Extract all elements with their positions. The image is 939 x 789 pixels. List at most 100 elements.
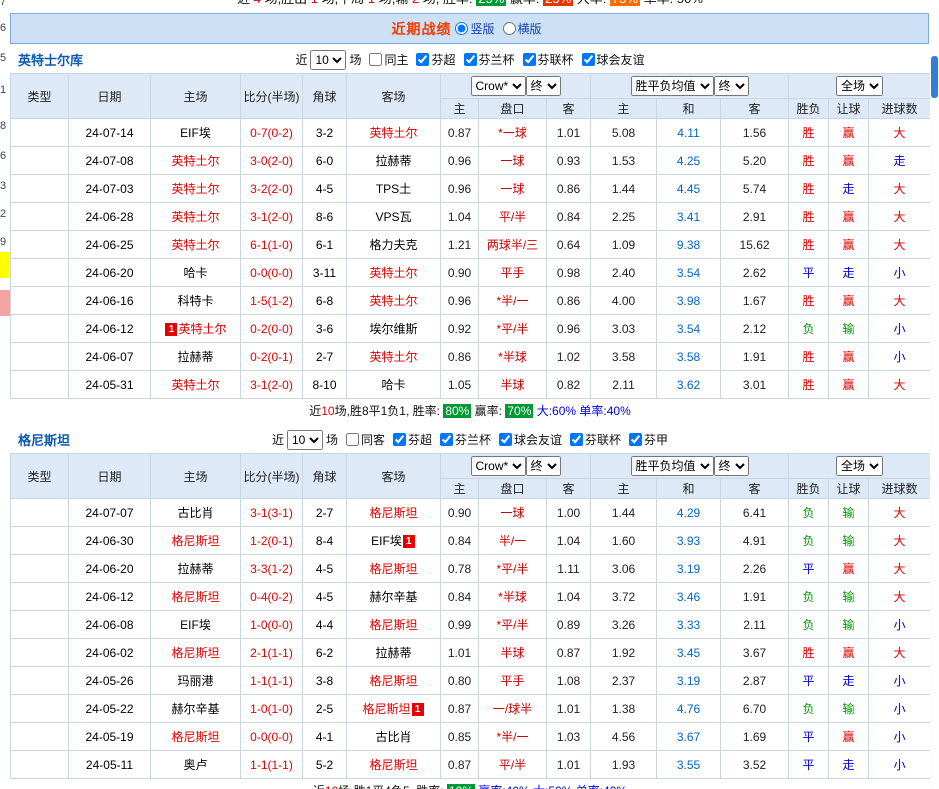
home-team-cell[interactable]: 格尼斯坦	[150, 722, 241, 751]
home-odds-cell: 0.78	[440, 554, 479, 583]
home-team-cell[interactable]: 英特土尔	[150, 202, 241, 231]
league-checkbox[interactable]	[570, 433, 584, 446]
away-team-cell[interactable]: 拉赫蒂	[346, 638, 441, 667]
league-filter[interactable]: 球会友谊	[574, 51, 645, 68]
layout-radio-input[interactable]	[502, 22, 516, 35]
layout-radio-input[interactable]	[455, 22, 469, 35]
league-checkbox[interactable]	[440, 433, 453, 446]
home-team-cell[interactable]: EIF埃	[150, 118, 241, 147]
away-team-cell[interactable]: 格尼斯坦	[346, 750, 441, 779]
away-team-cell[interactable]: 英特土尔	[346, 118, 441, 147]
layout-radio-horizontal[interactable]: 横版	[501, 20, 542, 37]
team-name-text: 英特土尔	[178, 322, 227, 336]
home-team-cell[interactable]: 科特卡	[150, 286, 241, 315]
odds-provider-select[interactable]: Crow*	[470, 76, 526, 96]
odds-final-select[interactable]: 终	[525, 456, 561, 476]
team-name-text: 英特土尔	[171, 210, 220, 224]
handicap-result-cell: 赢	[828, 202, 870, 231]
away-team-cell[interactable]: 拉赫蒂	[346, 146, 441, 175]
away-team-cell[interactable]: EIF埃 1	[346, 526, 441, 555]
away-team-cell[interactable]: 英特土尔	[346, 258, 441, 287]
away-team-cell[interactable]: 赫尔辛基	[346, 582, 441, 611]
away-team-cell[interactable]: TPS土	[346, 174, 441, 203]
home-team-cell[interactable]: 古比肖	[150, 498, 241, 527]
home-team-cell[interactable]: EIF埃	[150, 610, 241, 639]
away-team-cell[interactable]: VPS瓦	[346, 202, 441, 231]
odds-provider-select[interactable]: Crow*	[470, 456, 526, 476]
league-filter[interactable]: 芬甲	[621, 431, 668, 448]
same-venue-filter[interactable]: 同客	[338, 431, 385, 448]
match-scope-select[interactable]: 全场	[836, 76, 884, 96]
handicap-result-cell: 赢	[828, 342, 870, 371]
league-checkbox[interactable]	[581, 53, 595, 66]
away-team-cell[interactable]: 古比肖	[346, 722, 441, 751]
league-filter[interactable]: 芬兰杯	[456, 51, 515, 68]
away-odds-cell: 1.02	[545, 342, 592, 371]
result-cell: 平	[788, 666, 830, 695]
away-team-cell[interactable]: 格力夫克	[346, 230, 441, 259]
same-venue-filter[interactable]: 同主	[361, 51, 408, 68]
avg-draw-cell: 3.46	[656, 582, 722, 611]
league-label: 芬甲	[644, 433, 669, 447]
away-team-cell[interactable]: 格尼斯坦	[346, 610, 441, 639]
away-team-cell[interactable]: 英特土尔	[346, 342, 441, 371]
league-checkbox[interactable]	[629, 433, 643, 446]
league-filter[interactable]: 芬兰杯	[432, 431, 491, 448]
league-checkbox[interactable]	[463, 53, 477, 66]
match-count-select[interactable]: 10	[310, 49, 347, 70]
avg-final-select[interactable]: 终	[713, 76, 749, 96]
league-checkbox[interactable]	[522, 53, 536, 66]
league-cell: 芬超	[10, 118, 69, 147]
home-team-cell[interactable]: 英特土尔	[150, 230, 241, 259]
home-team-cell[interactable]: 格尼斯坦	[150, 526, 241, 555]
away-team-cell[interactable]: 英特土尔	[346, 286, 441, 315]
team-name-text: 格尼斯坦	[369, 562, 418, 576]
vertical-scrollbar[interactable]	[930, 11, 939, 789]
home-team-cell[interactable]: 格尼斯坦	[150, 582, 241, 611]
handicap-result-cell: 赢	[828, 638, 870, 667]
match-row: 芬超 24-06-20 拉赫蒂 3-3(1-2) 4-5 格尼斯坦 0.78 *平/半 1.11…	[10, 554, 932, 583]
same-venue-checkbox[interactable]	[345, 433, 359, 446]
league-checkbox[interactable]	[392, 433, 406, 446]
away-team-cell[interactable]: 格尼斯坦	[346, 498, 441, 527]
handicap-cell: *一球	[478, 118, 547, 147]
odds-final-select[interactable]: 终	[525, 76, 561, 96]
league-cell: 芬超	[10, 370, 69, 399]
avg-type-select[interactable]: 胜平负均值	[630, 456, 714, 476]
home-team-cell[interactable]: 赫尔辛基	[150, 694, 241, 723]
date-cell: 24-06-20	[68, 258, 151, 287]
avg-final-select[interactable]: 终	[713, 456, 749, 476]
home-team-cell[interactable]: 玛丽港	[150, 666, 241, 695]
league-filter[interactable]: 芬超	[385, 431, 432, 448]
home-team-cell[interactable]: 英特土尔	[150, 174, 241, 203]
match-count-select[interactable]: 10	[286, 429, 323, 450]
away-team-cell[interactable]: 格尼斯坦	[346, 554, 441, 583]
layout-radio-vertical[interactable]: 竖版	[453, 20, 495, 37]
home-team-cell[interactable]: 英特土尔	[150, 146, 241, 175]
home-team-cell[interactable]: 奥卢	[150, 750, 241, 779]
league-filter[interactable]: 球会友谊	[491, 431, 562, 448]
league-filter[interactable]: 芬联杯	[515, 51, 574, 68]
away-team-cell[interactable]: 哈卡	[346, 370, 441, 399]
home-team-cell[interactable]: 哈卡	[150, 258, 241, 287]
home-team-cell[interactable]: 格尼斯坦	[150, 638, 241, 667]
league-checkbox[interactable]	[499, 433, 513, 446]
team-name-text: 奥卢	[183, 758, 208, 772]
league-filter[interactable]: 芬超	[408, 51, 456, 68]
away-team-cell[interactable]: 埃尔维斯	[346, 314, 441, 343]
same-venue-checkbox[interactable]	[369, 53, 383, 66]
column-subheader: 让球	[828, 98, 870, 119]
away-team-cell[interactable]: 格尼斯坦 1	[346, 694, 441, 723]
home-team-cell[interactable]: 拉赫蒂	[150, 342, 241, 371]
away-team-cell[interactable]: 格尼斯坦	[346, 666, 441, 695]
home-team-cell[interactable]: 英特土尔	[150, 370, 241, 399]
league-filter[interactable]: 芬联杯	[562, 431, 621, 448]
match-scope-select[interactable]: 全场	[836, 456, 884, 476]
handicap-cell: 一/球半	[478, 694, 547, 723]
column-subheader: 主	[590, 478, 658, 499]
scrollbar-thumb[interactable]	[931, 56, 938, 98]
avg-type-select[interactable]: 胜平负均值	[630, 76, 714, 96]
league-checkbox[interactable]	[416, 53, 430, 66]
home-team-cell[interactable]: 拉赫蒂	[150, 554, 241, 583]
home-team-cell[interactable]: 1 英特土尔	[150, 314, 241, 343]
